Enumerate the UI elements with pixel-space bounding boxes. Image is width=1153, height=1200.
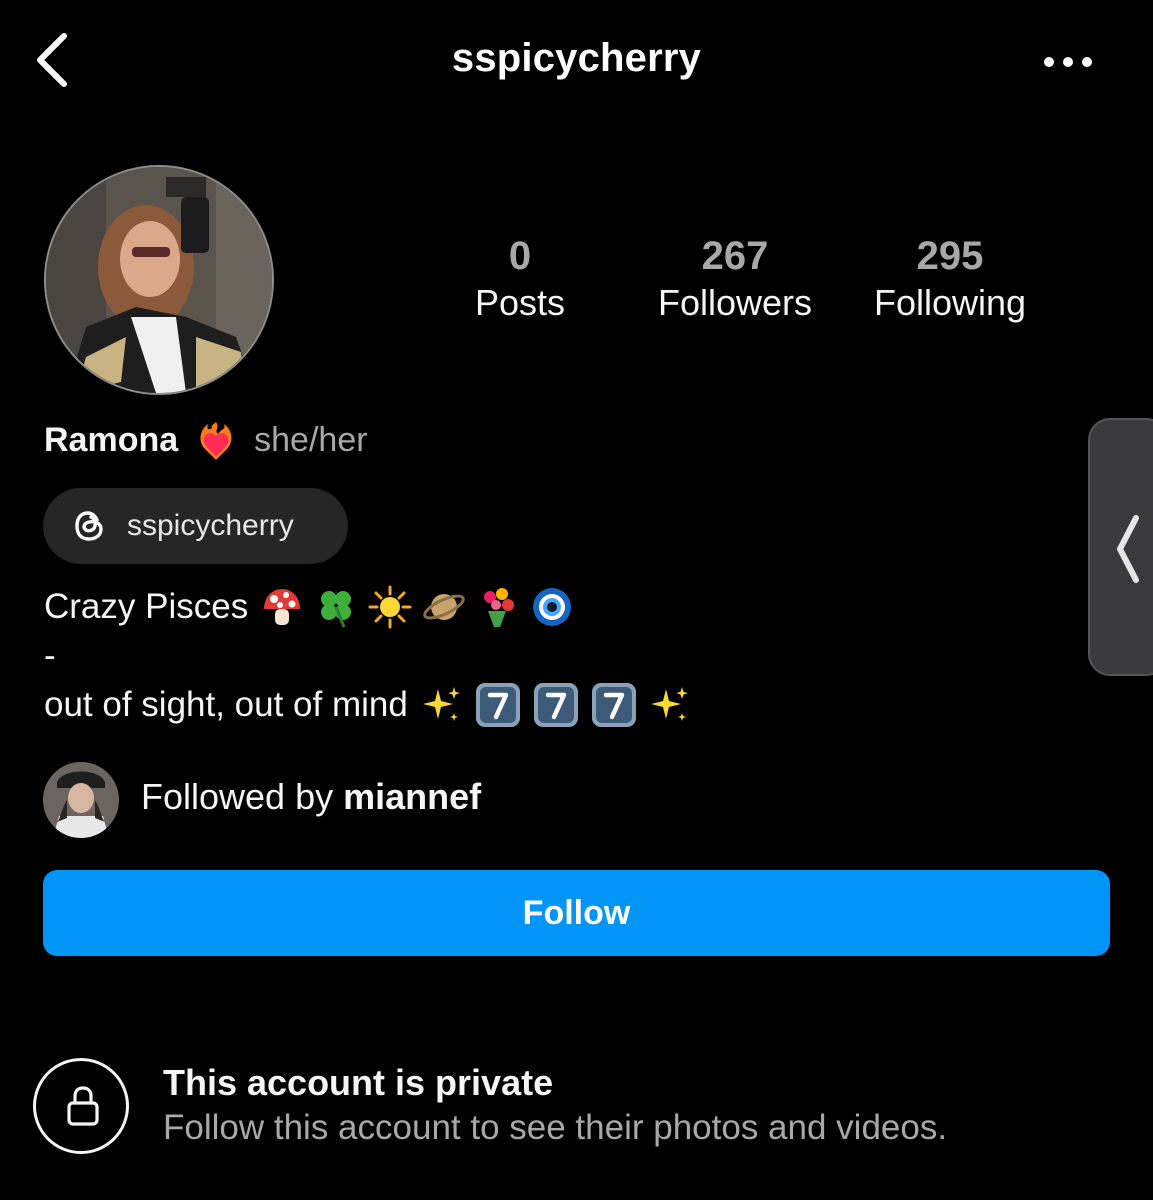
following-label: Following: [873, 282, 1027, 323]
following-stat[interactable]: 295 Following: [855, 232, 1045, 326]
mushroom-icon: [264, 589, 301, 625]
bio-line: out of sight, out of mind: [44, 680, 702, 730]
name-row: Ramona she/her: [44, 415, 368, 465]
keycap-seven-icon: [591, 683, 636, 727]
bio-text: Crazy Pisces: [44, 587, 249, 626]
threads-handle: sspicycherry: [127, 509, 294, 542]
side-panel-handle[interactable]: [1088, 418, 1153, 676]
private-lock-badge: [33, 1058, 129, 1154]
heart-on-fire-icon: [200, 422, 232, 460]
bio-emoji-row: [420, 681, 702, 729]
posts-count: 0: [508, 234, 532, 278]
four-leaf-clover-icon: [321, 591, 352, 628]
followed-by-prefix: Followed by: [141, 776, 344, 817]
followers-label: Followers: [657, 282, 813, 323]
more-options-button[interactable]: [1040, 50, 1096, 74]
following-count: 295: [916, 234, 984, 278]
ringed-planet-icon: [423, 594, 465, 620]
sparkles-icon: [422, 687, 460, 721]
posts-stat[interactable]: 0 Posts: [450, 232, 590, 326]
followers-stat[interactable]: 267 Followers: [640, 232, 830, 326]
followers-count: 267: [701, 234, 769, 278]
profile-avatar[interactable]: [44, 165, 274, 395]
threads-link-button[interactable]: sspicycherry: [43, 488, 348, 564]
mutual-follower-avatar[interactable]: [43, 762, 119, 838]
nazar-amulet-icon: [533, 588, 572, 626]
posts-label: Posts: [474, 282, 566, 323]
bio-line: -: [44, 633, 56, 679]
bio-separator: -: [44, 636, 56, 675]
page-title: sspicycherry: [451, 36, 702, 80]
keycap-seven-icon: [533, 683, 578, 727]
display-name: Ramona: [44, 420, 179, 459]
more-horizontal-icon: [1044, 57, 1092, 67]
bouquet-icon: [484, 588, 515, 627]
profile-page: sspicycherry 0 Posts 267 Followers 295 F…: [0, 0, 1153, 1200]
keycap-seven-icon: [475, 683, 520, 727]
followed-by-text[interactable]: Followed by miannef: [141, 776, 481, 818]
threads-icon: [75, 511, 103, 541]
bio-emoji-row: [260, 585, 584, 629]
pronouns: she/her: [254, 420, 368, 459]
sparkles-icon: [650, 687, 688, 721]
private-account-subtitle: Follow this account to see their photos …: [163, 1108, 948, 1147]
private-account-title: This account is private: [163, 1062, 554, 1103]
lock-icon: [67, 1086, 99, 1126]
sun-icon: [368, 585, 412, 629]
bio-line: Crazy Pisces: [44, 582, 584, 632]
follow-button[interactable]: Follow: [43, 870, 1110, 956]
bio-text: out of sight, out of mind: [44, 685, 408, 724]
mutual-follower-username: miannef: [343, 776, 482, 817]
chevron-left-icon: [1117, 515, 1139, 583]
